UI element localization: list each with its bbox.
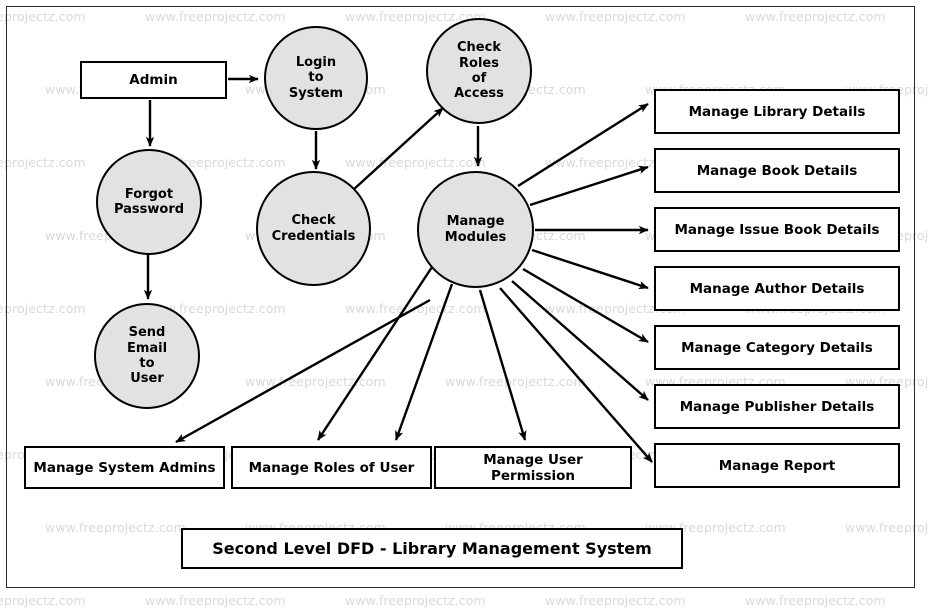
datastore-box-label: Manage Category Details bbox=[681, 339, 873, 356]
bottom-datastore-box-label: Manage System Admins bbox=[33, 459, 216, 476]
process-check-roles-of-access-label: Check Roles of Access bbox=[454, 40, 504, 102]
bottom-datastore-box-label: Manage User Permission bbox=[483, 451, 583, 484]
link-modules-to-book-details bbox=[529, 165, 649, 207]
link-send-email-to-system-admins bbox=[175, 298, 431, 444]
datastore-box-label: Manage Report bbox=[718, 457, 836, 474]
datastore-box[interactable]: Manage Issue Book Details bbox=[654, 207, 900, 252]
process-forgot-password[interactable]: Forgot Password bbox=[96, 149, 202, 255]
link-modules-to-author-details bbox=[531, 248, 649, 290]
datastore-box-label: Manage Issue Book Details bbox=[674, 221, 880, 238]
dfd-diagram-canvas: www.freeprojectz.comwww.freeprojectz.com… bbox=[0, 0, 929, 613]
diagram-title-box: Second Level DFD - Library Management Sy… bbox=[181, 528, 683, 569]
process-forgot-password-label: Forgot Password bbox=[113, 186, 185, 217]
page-title: Second Level DFD - Library Management Sy… bbox=[212, 539, 652, 558]
bottom-datastore-box[interactable]: Manage Roles of User bbox=[231, 446, 432, 489]
datastore-box[interactable]: Manage Library Details bbox=[654, 89, 900, 134]
datastore-box-label: Manage Library Details bbox=[688, 103, 866, 120]
process-manage-modules[interactable]: Manage Modules bbox=[417, 171, 534, 288]
datastore-box-label: Manage Author Details bbox=[689, 280, 865, 297]
link-modules-to-user-permission bbox=[478, 289, 527, 441]
datastore-box[interactable]: Manage Author Details bbox=[654, 266, 900, 311]
process-send-email-to-user-label: Send Email to User bbox=[126, 325, 168, 387]
datastore-box[interactable]: Manage Book Details bbox=[654, 148, 900, 193]
entity-admin[interactable]: Admin bbox=[80, 61, 227, 99]
process-send-email-to-user[interactable]: Send Email to User bbox=[94, 303, 200, 409]
entity-admin-label: Admin bbox=[129, 72, 178, 88]
bottom-datastore-box[interactable]: Manage User Permission bbox=[434, 446, 632, 489]
process-check-credentials-label: Check Credentials bbox=[271, 213, 356, 244]
process-login-to-system-label: Login to System bbox=[288, 55, 344, 101]
process-check-roles-of-access[interactable]: Check Roles of Access bbox=[426, 18, 532, 124]
datastore-box-label: Manage Book Details bbox=[696, 162, 858, 179]
process-check-credentials[interactable]: Check Credentials bbox=[256, 171, 371, 286]
datastore-box[interactable]: Manage Publisher Details bbox=[654, 384, 900, 429]
datastore-box-label: Manage Publisher Details bbox=[679, 398, 875, 415]
datastore-box[interactable]: Manage Report bbox=[654, 443, 900, 488]
process-login-to-system[interactable]: Login to System bbox=[264, 26, 368, 130]
datastore-box[interactable]: Manage Category Details bbox=[654, 325, 900, 370]
bottom-datastore-box-label: Manage Roles of User bbox=[248, 459, 415, 476]
link-modules-to-publisher-details bbox=[511, 280, 649, 401]
process-manage-modules-label: Manage Modules bbox=[444, 214, 507, 245]
bottom-datastore-box[interactable]: Manage System Admins bbox=[24, 446, 225, 489]
link-check-credentials-to-check-roles bbox=[352, 107, 444, 191]
